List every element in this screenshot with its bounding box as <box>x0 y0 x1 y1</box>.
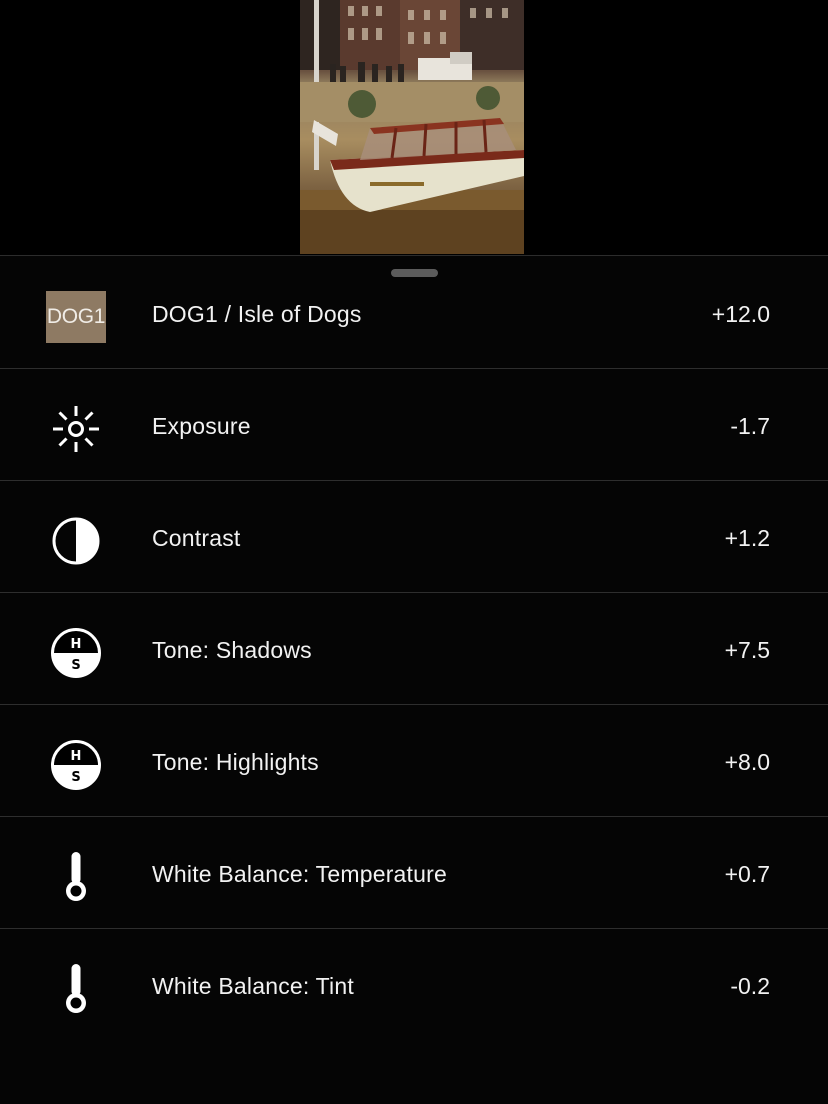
adjustment-label: Contrast <box>152 525 241 551</box>
tone-icon-bottom-letter: S <box>71 658 80 673</box>
adjustment-row-wb-tint[interactable]: White Balance: Tint -0.2 <box>0 929 828 1041</box>
preset-chip-label: DOG1 <box>46 291 106 343</box>
thermometer-icon <box>46 851 106 903</box>
adjustment-value: -1.7 <box>730 413 770 439</box>
adjustment-label: Tone: Highlights <box>152 749 319 775</box>
adjustment-label: White Balance: Temperature <box>152 861 447 887</box>
tone-hs-icon: H S <box>46 739 106 791</box>
photo-preview[interactable] <box>300 0 524 254</box>
tone-icon-top-letter: H <box>71 637 82 652</box>
adjustment-label: Exposure <box>152 413 251 439</box>
adjustment-value: +8.0 <box>724 749 770 775</box>
preset-chip: DOG1 <box>46 291 106 343</box>
adjustment-row-exposure[interactable]: Exposure -1.7 <box>0 369 828 481</box>
contrast-icon <box>46 515 106 567</box>
sun-icon <box>46 403 106 455</box>
adjustment-value: +0.7 <box>724 861 770 887</box>
adjustment-row-contrast[interactable]: Contrast +1.2 <box>0 481 828 593</box>
preset-row[interactable]: DOG1 DOG1 / Isle of Dogs +12.0 <box>0 257 828 369</box>
adjustment-value: +1.2 <box>724 525 770 551</box>
adjustment-label: White Balance: Tint <box>152 973 354 999</box>
adjustment-value: -0.2 <box>730 973 770 999</box>
photo-image <box>300 0 524 254</box>
adjustment-row-tone-highlights[interactable]: H S Tone: Highlights +8.0 <box>0 705 828 817</box>
thermometer-icon <box>46 963 106 1015</box>
photo-preview-area <box>0 0 828 255</box>
tone-hs-icon: H S <box>46 627 106 679</box>
tone-icon-bottom-letter: S <box>71 770 80 785</box>
adjustment-value: +7.5 <box>724 637 770 663</box>
adjustment-row-wb-temperature[interactable]: White Balance: Temperature +0.7 <box>0 817 828 929</box>
adjustments-sheet: DOG1 DOG1 / Isle of Dogs +12.0 Exposure … <box>0 255 828 1104</box>
adjustment-row-tone-shadows[interactable]: H S Tone: Shadows +7.5 <box>0 593 828 705</box>
preset-value: +12.0 <box>711 301 770 327</box>
adjustment-label: Tone: Shadows <box>152 637 312 663</box>
preset-label: DOG1 / Isle of Dogs <box>152 301 362 327</box>
tone-icon-top-letter: H <box>71 749 82 764</box>
